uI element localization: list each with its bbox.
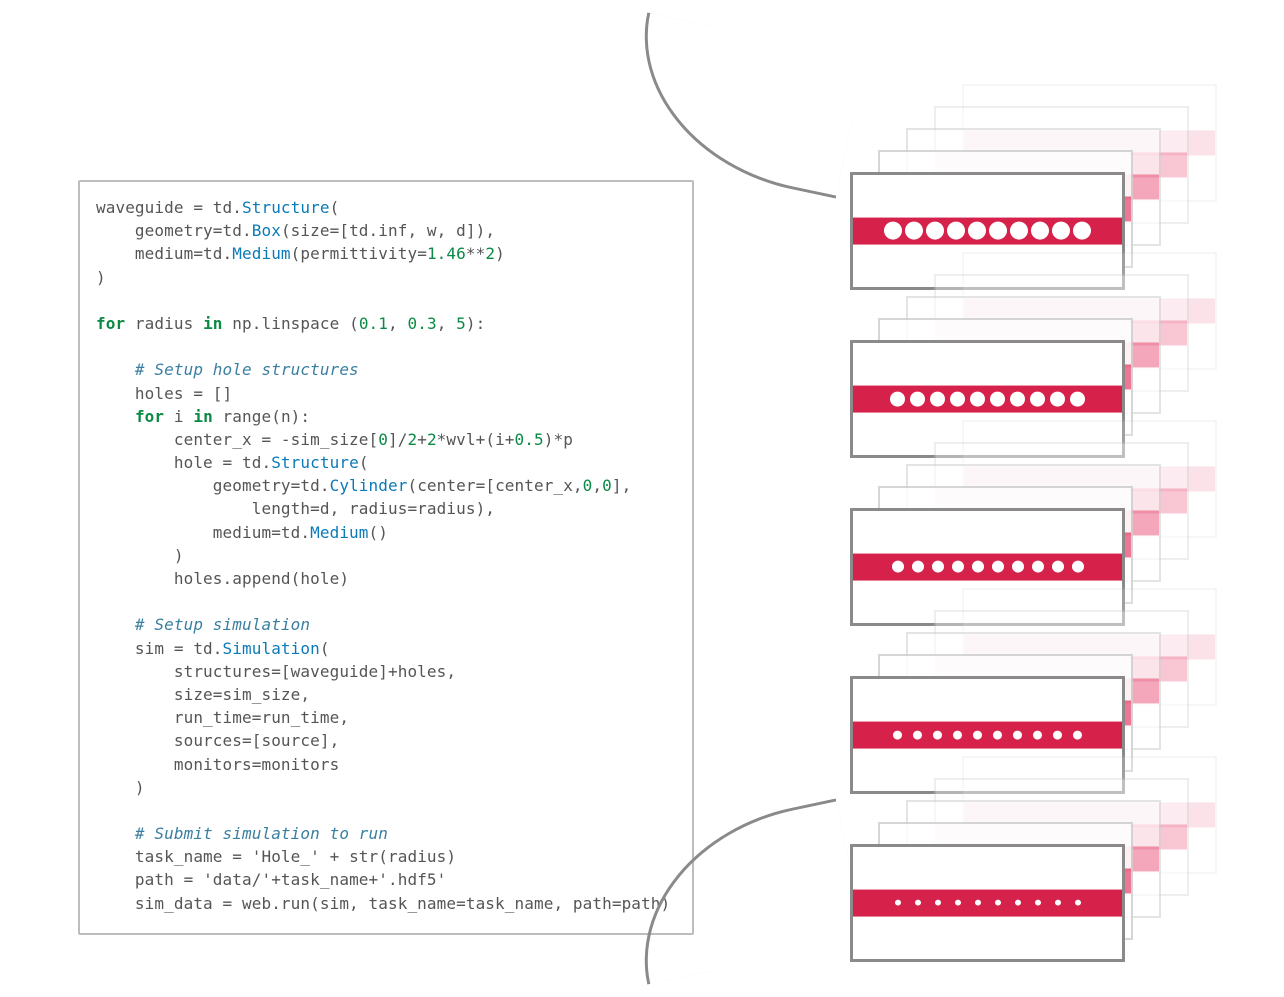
hole-icon (1070, 392, 1085, 407)
hole-icon (884, 222, 902, 240)
hole-icon (1053, 731, 1062, 740)
waveguide-bar (853, 386, 1122, 413)
hole-icon (973, 731, 982, 740)
waveguide-bar (853, 218, 1122, 245)
hole-icon (1035, 900, 1041, 906)
hole-icon (1031, 222, 1049, 240)
brace-top-stroke (618, 12, 866, 198)
hole-icon (910, 392, 925, 407)
sim-card (850, 844, 1125, 962)
hole-icon (972, 561, 984, 573)
hole-icon (1073, 731, 1082, 740)
hole-icon (1075, 900, 1081, 906)
hole-icon (1073, 222, 1091, 240)
waveguide-bar (853, 554, 1122, 581)
hole-icon (1033, 731, 1042, 740)
hole-icon (933, 731, 942, 740)
hole-icon (1050, 392, 1065, 407)
hole-icon (1013, 731, 1022, 740)
hole-icon (1030, 392, 1045, 407)
hole-icon (926, 222, 944, 240)
hole-icon (1012, 561, 1024, 573)
hole-icon (912, 561, 924, 573)
hole-icon (950, 392, 965, 407)
hole-icon (975, 900, 981, 906)
hole-icon (947, 222, 965, 240)
hole-icon (992, 561, 1004, 573)
hole-icon (1010, 222, 1028, 240)
hole-icon (913, 731, 922, 740)
hole-icon (893, 731, 902, 740)
hole-icon (1010, 392, 1025, 407)
hole-icon (968, 222, 986, 240)
waveguide-bar (853, 890, 1122, 917)
hole-icon (1052, 222, 1070, 240)
hole-icon (890, 392, 905, 407)
code-panel: waveguide = td.Structure( geometry=td.Bo… (78, 180, 694, 935)
code-block: waveguide = td.Structure( geometry=td.Bo… (96, 196, 676, 915)
hole-icon (989, 222, 1007, 240)
waveguide-bar (853, 722, 1122, 749)
hole-icon (1052, 561, 1064, 573)
hole-icon (930, 392, 945, 407)
hole-icon (895, 900, 901, 906)
hole-icon (952, 561, 964, 573)
hole-icon (932, 561, 944, 573)
hole-icon (955, 900, 961, 906)
hole-icon (1032, 561, 1044, 573)
hole-icon (892, 561, 904, 573)
hole-icon (905, 222, 923, 240)
hole-icon (970, 392, 985, 407)
hole-icon (990, 392, 1005, 407)
sim-row (850, 792, 1250, 962)
simulation-gallery (700, 0, 1284, 997)
hole-icon (1072, 561, 1084, 573)
hole-icon (915, 900, 921, 906)
hole-icon (1055, 900, 1061, 906)
hole-icon (995, 900, 1001, 906)
hole-icon (953, 731, 962, 740)
hole-icon (1015, 900, 1021, 906)
hole-icon (935, 900, 941, 906)
hole-icon (993, 731, 1002, 740)
